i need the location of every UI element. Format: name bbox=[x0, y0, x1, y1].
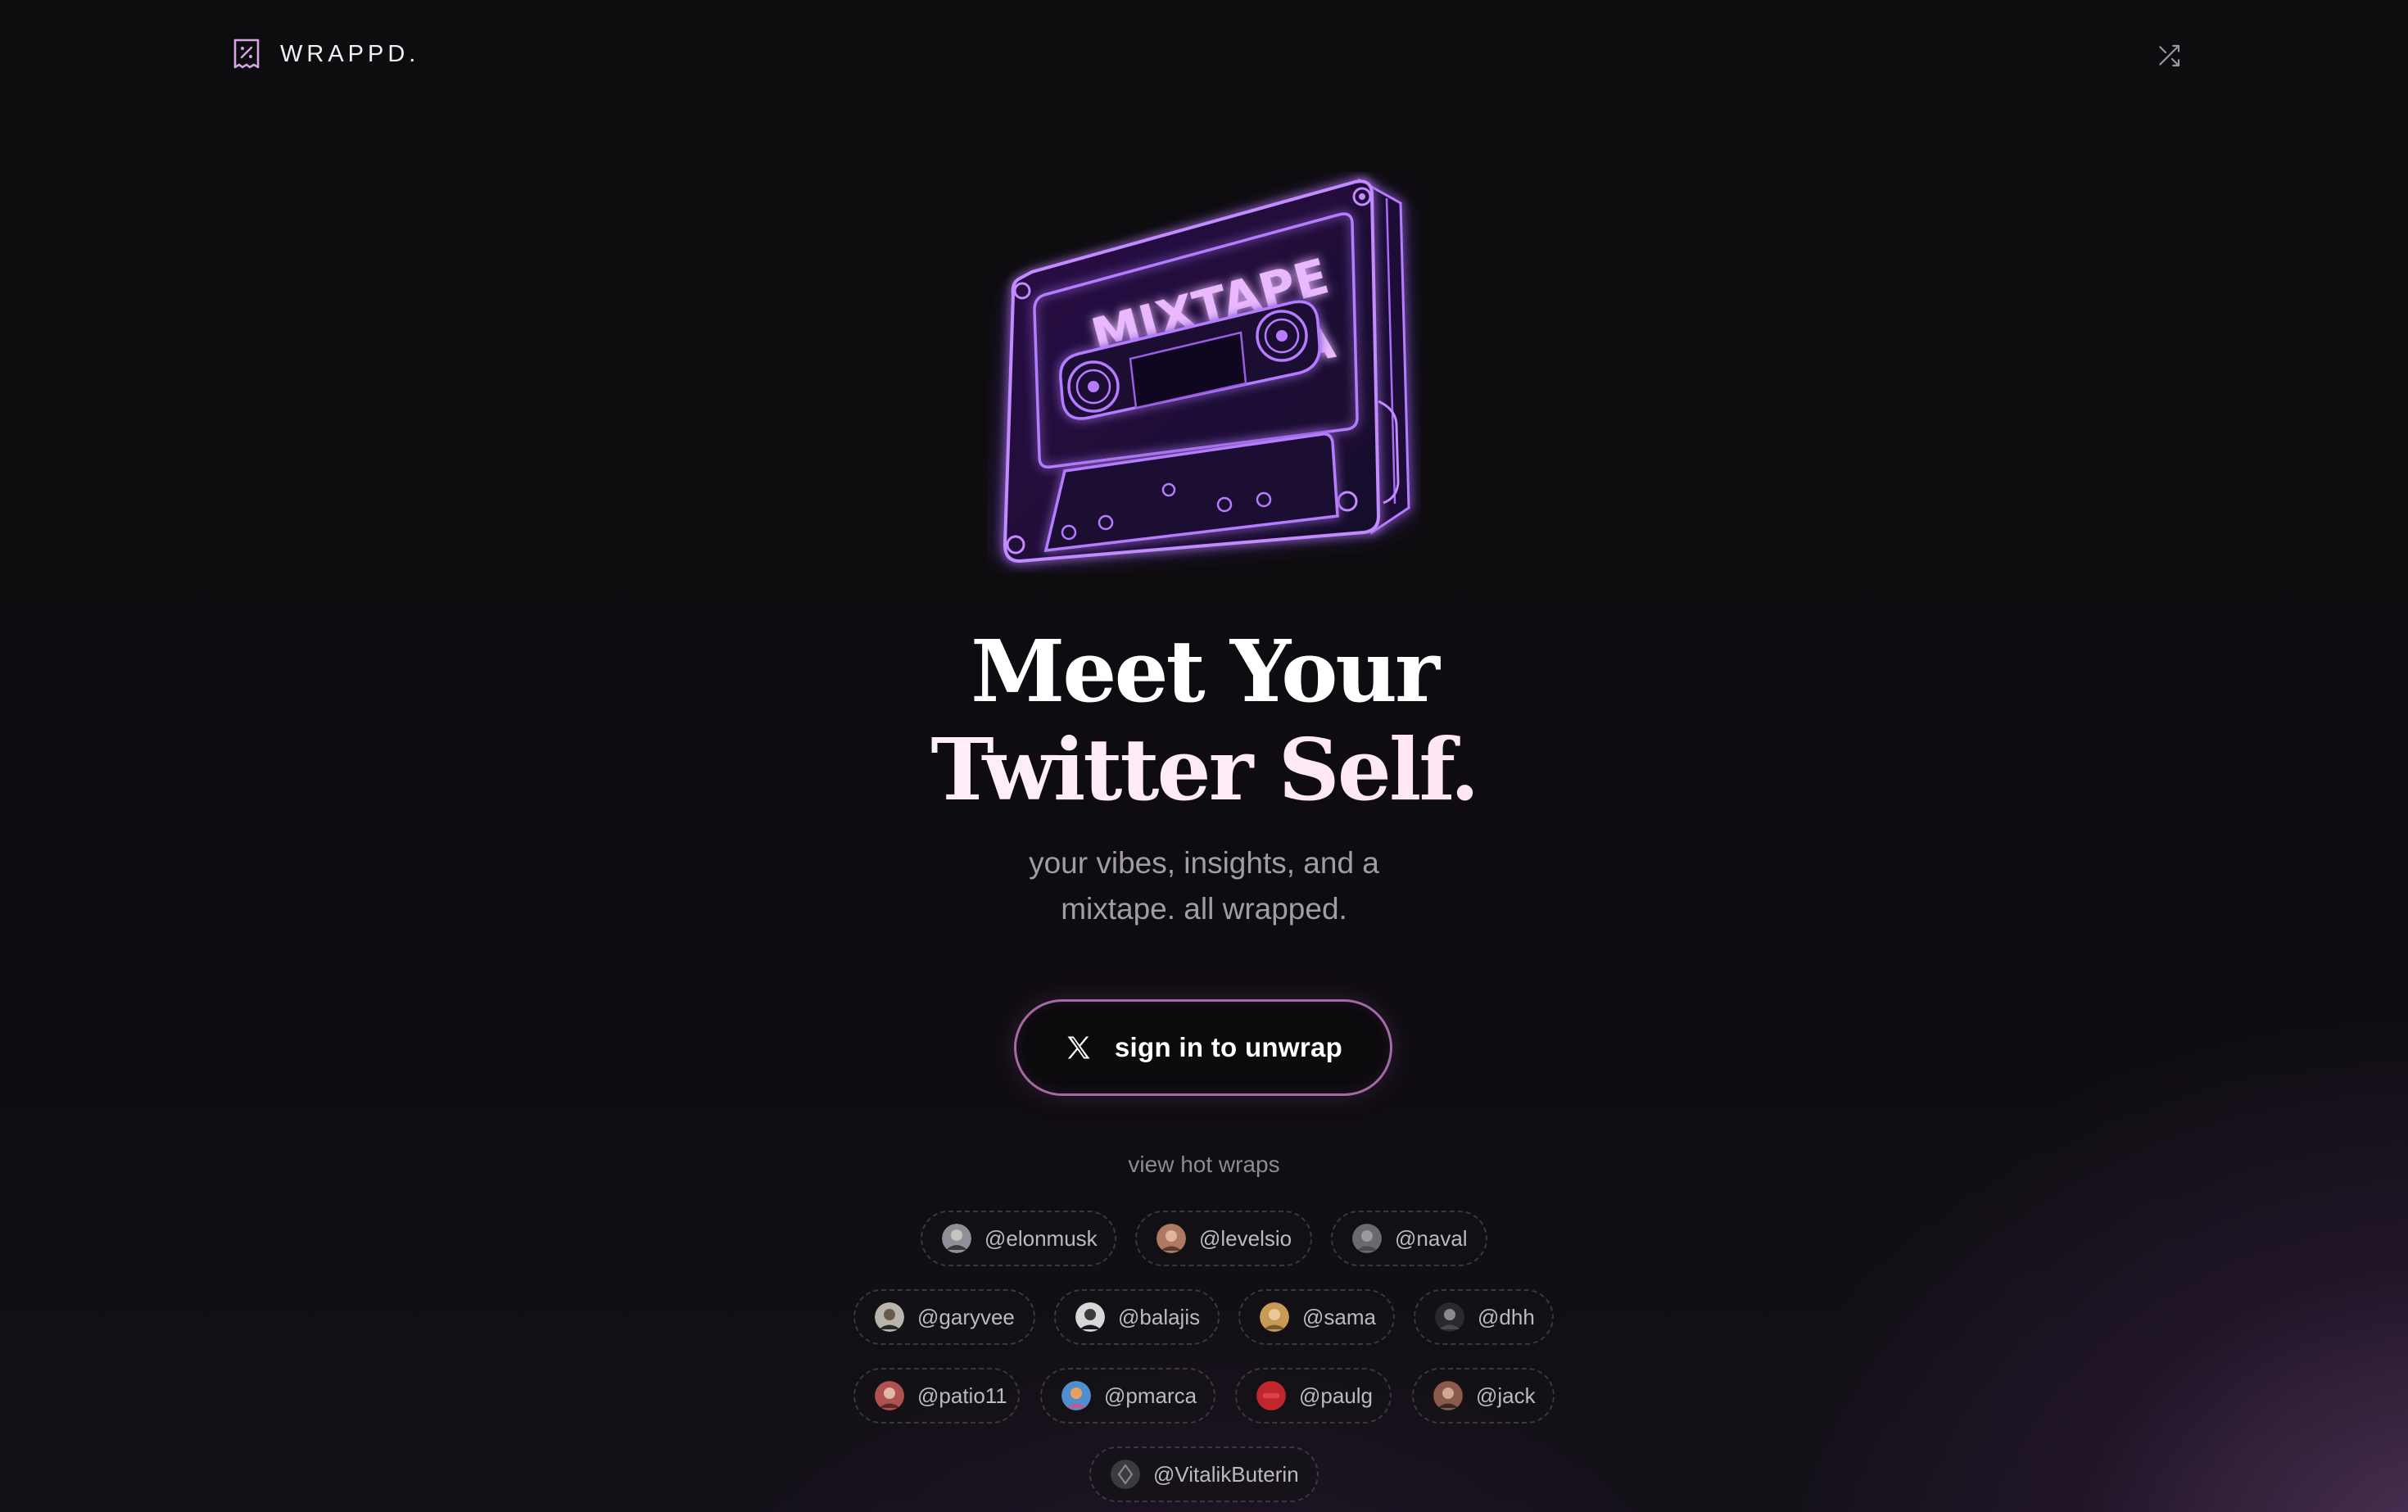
handle-label: @pmarca bbox=[1104, 1383, 1197, 1408]
avatar-elonmusk bbox=[942, 1224, 971, 1253]
hot-wrap-pill-sama[interactable]: @sama bbox=[1238, 1289, 1395, 1345]
hot-wrap-pill-elonmusk[interactable]: @elonmusk bbox=[921, 1211, 1116, 1266]
hot-wrap-pill-garyvee[interactable]: @garyvee bbox=[853, 1289, 1035, 1345]
headline-line-2: Twitter Self. bbox=[0, 721, 2408, 819]
avatar-paulg bbox=[1256, 1381, 1286, 1410]
hot-wraps-label: view hot wraps bbox=[1128, 1152, 1280, 1177]
avatar-sama bbox=[1260, 1302, 1289, 1332]
avatar-balajis bbox=[1075, 1302, 1105, 1332]
headline-line-1: Meet Your bbox=[971, 621, 1440, 722]
handle-label: @levelsio bbox=[1199, 1225, 1292, 1251]
shuffle-icon bbox=[2159, 44, 2180, 67]
handle-label: @patio11 bbox=[917, 1383, 1007, 1408]
avatar-naval bbox=[1352, 1224, 1382, 1253]
sign-in-button[interactable]: sign in to unwrap bbox=[1014, 999, 1392, 1096]
handle-label: @naval bbox=[1395, 1225, 1468, 1251]
hot-wrap-pill-dhh[interactable]: @dhh bbox=[1414, 1289, 1554, 1345]
handle-label: @sama bbox=[1302, 1304, 1376, 1329]
avatar-vitalikbuterin bbox=[1111, 1460, 1140, 1489]
hot-wrap-pill-balajis[interactable]: @balajis bbox=[1054, 1289, 1220, 1345]
subtitle-line-1: your vibes, insights, and a bbox=[1029, 846, 1379, 880]
page-title: Meet Your Twitter Self. bbox=[0, 622, 2408, 819]
handle-label: @VitalikButerin bbox=[1153, 1461, 1299, 1487]
neon-cassette-illustration: MIXTAPE A bbox=[995, 178, 1413, 565]
handle-label: @dhh bbox=[1478, 1304, 1535, 1329]
hot-wrap-pill-vitalikbuterin[interactable]: @VitalikButerin bbox=[1089, 1446, 1319, 1502]
avatar-garyvee bbox=[875, 1302, 904, 1332]
avatar-dhh bbox=[1435, 1302, 1464, 1332]
hot-wrap-pill-levelsio[interactable]: @levelsio bbox=[1135, 1211, 1312, 1266]
sign-in-label: sign in to unwrap bbox=[1114, 1032, 1343, 1062]
subtitle-line-2: mixtape. all wrapped. bbox=[1061, 892, 1347, 926]
hot-wrap-pill-paulg[interactable]: @paulg bbox=[1235, 1368, 1392, 1424]
brand-name: WRAPPD. bbox=[280, 40, 420, 67]
hot-wrap-pill-patio11[interactable]: @patio11 bbox=[853, 1368, 1020, 1424]
avatar-levelsio bbox=[1156, 1224, 1186, 1253]
hot-wrap-pill-pmarca[interactable]: @pmarca bbox=[1040, 1368, 1215, 1424]
avatar-jack bbox=[1433, 1381, 1463, 1410]
brand-logo[interactable]: WRAPPD. bbox=[231, 38, 419, 70]
hot-wrap-pill-naval[interactable]: @naval bbox=[1331, 1211, 1487, 1266]
handle-label: @paulg bbox=[1299, 1383, 1374, 1408]
handle-label: @jack bbox=[1476, 1383, 1536, 1408]
handle-label: @balajis bbox=[1118, 1304, 1201, 1329]
handle-label: @elonmusk bbox=[984, 1225, 1098, 1251]
shuffle-button[interactable] bbox=[2152, 39, 2185, 72]
handle-label: @garyvee bbox=[917, 1304, 1015, 1329]
receipt-percent-icon bbox=[233, 38, 260, 69]
avatar-patio11 bbox=[875, 1381, 904, 1410]
subtitle: your vibes, insights, and a mixtape. all… bbox=[0, 840, 2408, 932]
x-logo-icon bbox=[1067, 1036, 1090, 1059]
avatar-pmarca bbox=[1061, 1381, 1091, 1410]
hot-wrap-pill-jack[interactable]: @jack bbox=[1412, 1368, 1555, 1424]
